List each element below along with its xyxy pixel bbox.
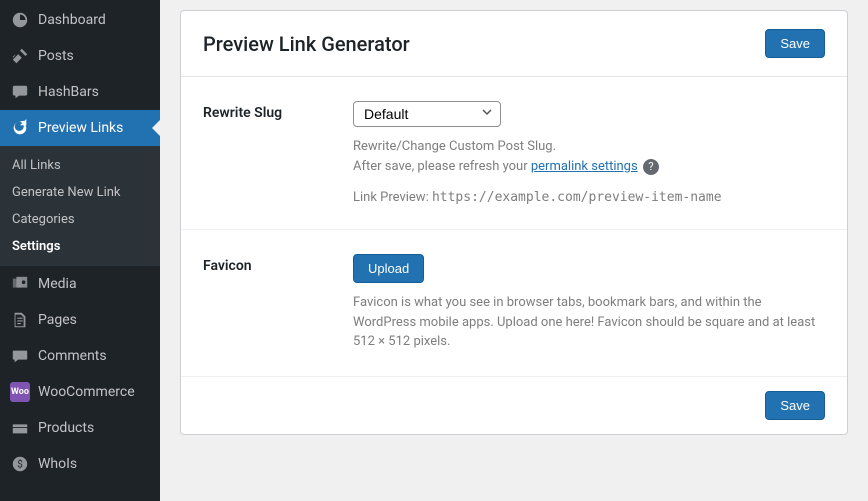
money-icon: $ <box>10 454 30 474</box>
upload-button[interactable]: Upload <box>353 254 424 283</box>
panel-footer: Save <box>181 376 847 434</box>
preview-url: https://example.com/preview-item-name <box>432 190 722 205</box>
desc-text: After save, please refresh your <box>353 159 531 174</box>
rewrite-slug-select[interactable]: Default <box>353 101 501 127</box>
save-button-top[interactable]: Save <box>765 29 825 58</box>
submenu-item-all-links[interactable]: All Links <box>0 152 160 179</box>
panel-header: Preview Link Generator Save <box>181 11 847 77</box>
sidebar-item-media[interactable]: Media <box>0 266 160 302</box>
dashboard-icon <box>10 10 30 30</box>
sidebar-item-label: WooCommerce <box>38 384 135 400</box>
submenu-item-categories[interactable]: Categories <box>0 206 160 233</box>
svg-text:$: $ <box>17 460 23 471</box>
row-rewrite-slug: Rewrite Slug Default Rewrite/Change Cust… <box>181 77 847 230</box>
comment-icon <box>10 346 30 366</box>
save-button-bottom[interactable]: Save <box>765 391 825 420</box>
rewrite-slug-description: Rewrite/Change Custom Post Slug. After s… <box>353 137 825 176</box>
sidebar-item-label: Preview Links <box>38 120 123 136</box>
sidebar-item-label: Comments <box>38 348 107 364</box>
sidebar-item-hashbars[interactable]: HashBars <box>0 74 160 110</box>
woo-icon: Woo <box>10 382 30 402</box>
sidebar-item-preview-links[interactable]: Preview Links <box>0 110 160 146</box>
sidebar-item-woocommerce[interactable]: Woo WooCommerce <box>0 374 160 410</box>
submenu-item-generate-new-link[interactable]: Generate New Link <box>0 179 160 206</box>
sidebar-item-label: WhoIs <box>38 456 77 472</box>
sidebar-item-label: Dashboard <box>38 12 106 28</box>
sidebar-item-label: Products <box>38 420 94 436</box>
favicon-field: Upload Favicon is what you see in browse… <box>353 254 825 352</box>
sidebar-item-label: HashBars <box>38 84 99 100</box>
chat-icon <box>10 82 30 102</box>
rewrite-slug-label: Rewrite Slug <box>203 101 353 121</box>
main-content: Preview Link Generator Save Rewrite Slug… <box>160 0 868 501</box>
redo-icon <box>10 118 30 138</box>
rewrite-slug-field: Default Rewrite/Change Custom Post Slug.… <box>353 101 825 205</box>
permalink-settings-link[interactable]: permalink settings <box>531 159 638 174</box>
sidebar-item-pages[interactable]: Pages <box>0 302 160 338</box>
admin-sidebar: Dashboard Posts HashBars Preview Links A… <box>0 0 160 501</box>
help-icon[interactable]: ? <box>643 159 659 175</box>
products-icon <box>10 418 30 438</box>
settings-panel: Preview Link Generator Save Rewrite Slug… <box>180 10 848 435</box>
sidebar-submenu: All Links Generate New Link Categories S… <box>0 146 160 266</box>
sidebar-item-label: Pages <box>38 312 77 328</box>
page-icon <box>10 310 30 330</box>
submenu-item-settings[interactable]: Settings <box>0 233 160 260</box>
sidebar-item-dashboard[interactable]: Dashboard <box>0 2 160 38</box>
sidebar-item-label: Media <box>38 276 77 292</box>
link-preview-line: Link Preview: https://example.com/previe… <box>353 190 825 205</box>
sidebar-item-products[interactable]: Products <box>0 410 160 446</box>
favicon-description: Favicon is what you see in browser tabs,… <box>353 293 825 352</box>
preview-prefix: Link Preview: <box>353 190 432 205</box>
sidebar-item-posts[interactable]: Posts <box>0 38 160 74</box>
panel-body: Rewrite Slug Default Rewrite/Change Cust… <box>181 77 847 376</box>
pin-icon <box>10 46 30 66</box>
sidebar-item-comments[interactable]: Comments <box>0 338 160 374</box>
media-icon <box>10 274 30 294</box>
sidebar-item-whois[interactable]: $ WhoIs <box>0 446 160 482</box>
favicon-label: Favicon <box>203 254 353 274</box>
row-favicon: Favicon Upload Favicon is what you see i… <box>181 230 847 376</box>
page-title: Preview Link Generator <box>203 32 410 56</box>
desc-text: Rewrite/Change Custom Post Slug. <box>353 139 556 154</box>
sidebar-item-label: Posts <box>38 48 74 64</box>
rewrite-slug-select-wrap: Default <box>353 101 501 127</box>
